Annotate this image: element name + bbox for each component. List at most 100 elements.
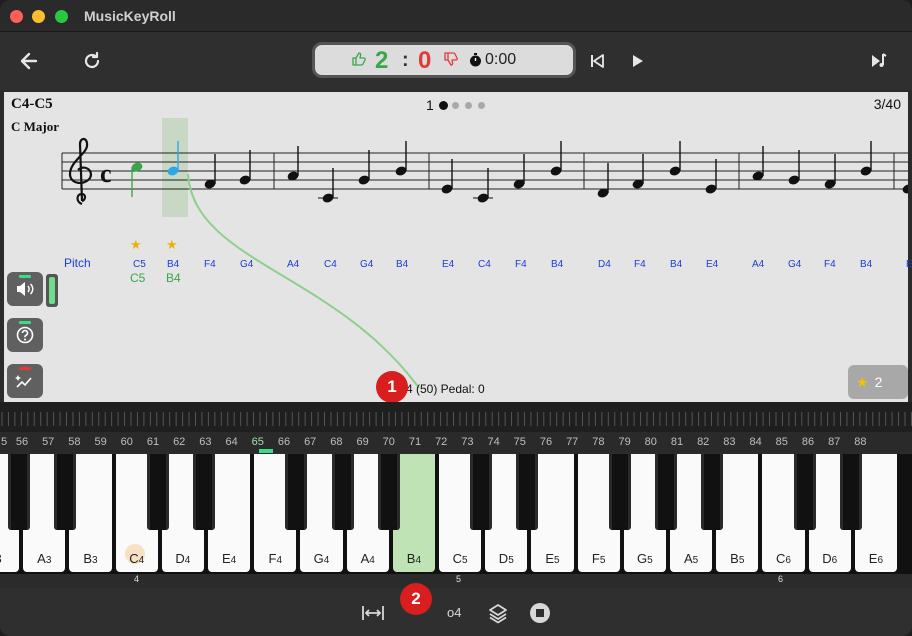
hint-toggle-button[interactable] (7, 318, 43, 352)
layers-button[interactable] (485, 600, 511, 626)
key-octave: 4 (369, 555, 375, 566)
black-key[interactable] (655, 454, 677, 530)
music-note-arrow-icon (872, 53, 887, 67)
black-key[interactable] (285, 454, 308, 530)
key-label: E6 (855, 551, 897, 566)
midi-number: 88 (854, 436, 867, 448)
key-octave: 6 (785, 555, 791, 566)
pitch-label: C4 (324, 259, 337, 270)
key-note: A (37, 551, 46, 566)
black-key[interactable] (54, 454, 77, 530)
key-label: E4 (208, 551, 250, 566)
layers-icon (489, 604, 507, 624)
star-count: 2 (874, 374, 883, 390)
pitch-label: C5 (133, 259, 146, 270)
reload-button[interactable] (77, 46, 107, 76)
octave-marker: 5 (456, 574, 462, 584)
pitch-label: B4 (551, 259, 564, 270)
pitch-label: G4 (240, 259, 254, 270)
black-key[interactable] (377, 454, 400, 530)
octave-marker: 4 (134, 574, 140, 584)
sound-on-indicator (19, 275, 31, 278)
sound-toggle-button[interactable] (7, 272, 43, 306)
star-icon: ★ (166, 237, 178, 252)
octave-label[interactable]: o4 (447, 605, 461, 620)
auto-advance-toggle-button[interactable] (7, 364, 43, 398)
good-count: 2 (375, 47, 389, 74)
toolbar: 2 : 0 0:00 (0, 32, 912, 90)
key-label: 3 (0, 551, 19, 566)
speaker-icon (17, 282, 34, 296)
play-button[interactable] (622, 46, 652, 76)
key-label: D5 (485, 551, 527, 566)
sheet-music-area[interactable]: C4-C5 C Major 1 3/40 c Pitch C5 B4 F4 G4… (4, 92, 912, 402)
key-note: G (637, 551, 648, 566)
keyboard-ruler (1, 412, 912, 426)
black-key[interactable] (701, 454, 724, 530)
pitch-label: F4 (634, 259, 646, 270)
sparkle-chart-icon (15, 375, 32, 388)
pitch-row-title: Pitch (64, 256, 91, 270)
common-time-icon: c (100, 159, 112, 188)
pitch-label: E4 (706, 259, 719, 270)
black-key[interactable] (470, 454, 493, 530)
pitch-label: E (906, 259, 912, 270)
key-octave: 5 (647, 555, 653, 566)
key-label: C5 (439, 551, 481, 566)
skip-to-start-button[interactable] (582, 46, 612, 76)
minimize-window-button[interactable] (32, 10, 45, 23)
key-octave: 6 (877, 555, 883, 566)
pitch-label: F4 (204, 259, 216, 270)
black-key[interactable] (793, 454, 816, 530)
black-key[interactable] (193, 454, 215, 530)
black-key[interactable] (8, 454, 31, 530)
fit-width-button[interactable] (360, 600, 386, 626)
key-note: 3 (0, 551, 2, 566)
star-count-badge[interactable]: ★ 2 (848, 365, 908, 399)
pitch-label: E4 (442, 259, 455, 270)
zoom-window-button[interactable] (55, 10, 68, 23)
played-note-label: C5 (130, 271, 146, 285)
key-label: B5 (716, 551, 758, 566)
star-icon: ★ (856, 373, 869, 390)
black-key[interactable] (608, 454, 631, 530)
key-octave: 4 (276, 555, 283, 566)
pitch-label: F4 (824, 259, 836, 270)
volume-level (49, 277, 55, 304)
app-window: MusicKeyRoll 2 : 0 0:00 C4-C5 C Major 1 … (0, 0, 912, 636)
pitch-label: A4 (287, 259, 300, 270)
close-window-button[interactable] (10, 10, 23, 23)
key-octave: 5 (738, 555, 745, 566)
music-settings-button[interactable] (864, 46, 894, 76)
star-icon: ★ (130, 237, 142, 252)
black-key[interactable] (146, 454, 169, 530)
key-label: F5 (578, 551, 620, 566)
key-label: F4 (254, 551, 296, 566)
back-button[interactable] (14, 46, 44, 76)
note-to-key-curve (187, 173, 420, 389)
key-label: A5 (670, 551, 712, 566)
thumbs-up-icon (352, 52, 366, 66)
key-octave: 4 (230, 555, 237, 566)
key-octave: 3 (92, 555, 98, 566)
score-panel: 2 : 0 0:00 (312, 42, 576, 78)
black-key[interactable] (839, 454, 862, 530)
key-label: C4 (116, 551, 158, 566)
refresh-icon (84, 51, 100, 69)
key-note: A (683, 551, 693, 566)
hint-on-indicator (19, 321, 31, 324)
volume-slider[interactable] (46, 274, 58, 307)
octave-marker: 6 (778, 574, 784, 584)
stopwatch-icon (470, 53, 481, 67)
key-note: D (175, 551, 185, 566)
black-key[interactable] (516, 454, 539, 530)
pitch-label: B4 (860, 259, 873, 270)
key-note: B (83, 551, 93, 566)
stop-button[interactable] (527, 600, 553, 626)
key-octave: 5 (599, 555, 606, 566)
stop-circle-icon (530, 603, 550, 623)
arrow-left-icon (20, 52, 38, 70)
black-key[interactable] (331, 454, 354, 530)
key-note: F (591, 551, 600, 566)
current-midi-marker (259, 449, 273, 453)
